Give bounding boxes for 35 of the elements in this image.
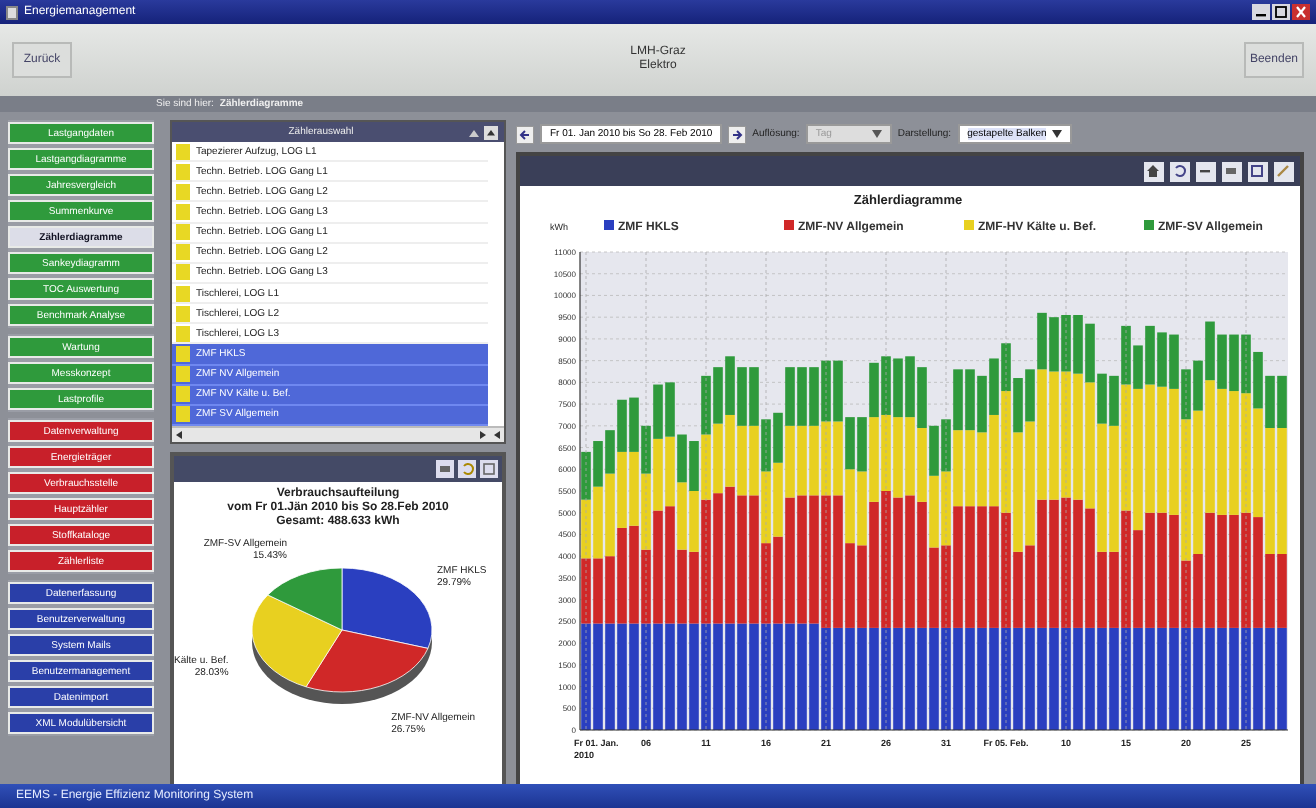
meter-swatch bbox=[176, 325, 190, 342]
print-icon[interactable] bbox=[1222, 161, 1242, 181]
meter-swatch bbox=[176, 305, 190, 322]
pie-slice bbox=[341, 567, 433, 649]
scroll-right-icon[interactable] bbox=[476, 428, 504, 443]
caret-icon bbox=[1052, 130, 1063, 138]
save-icon[interactable] bbox=[1248, 161, 1268, 181]
meter-swatch bbox=[176, 183, 190, 200]
meter-swatch bbox=[176, 285, 190, 302]
meter-swatch bbox=[176, 244, 190, 261]
scroll-left-icon[interactable] bbox=[172, 428, 186, 443]
back-arrow-icon[interactable] bbox=[516, 125, 534, 143]
forward-arrow-icon[interactable] bbox=[728, 125, 747, 143]
caret-icon bbox=[871, 130, 882, 138]
sort-icon[interactable] bbox=[468, 127, 480, 138]
minimize-icon[interactable] bbox=[1252, 4, 1270, 20]
scroll-up-icon[interactable] bbox=[484, 125, 498, 140]
meter-swatch bbox=[176, 346, 190, 363]
meter-swatch bbox=[176, 264, 190, 281]
meter-swatch bbox=[176, 406, 190, 423]
export-icon[interactable] bbox=[1274, 161, 1294, 181]
meter-swatch bbox=[176, 204, 190, 221]
undo-icon[interactable] bbox=[1170, 161, 1190, 181]
close-icon[interactable] bbox=[1292, 4, 1310, 20]
meter-swatch bbox=[176, 386, 190, 403]
app-icon bbox=[6, 5, 18, 19]
home-icon[interactable] bbox=[1144, 161, 1164, 181]
window-icon[interactable] bbox=[480, 460, 498, 478]
meter-swatch bbox=[176, 163, 190, 180]
meter-swatch bbox=[176, 366, 190, 383]
maximize-icon[interactable] bbox=[1272, 4, 1290, 20]
zoom-out-icon[interactable] bbox=[1196, 161, 1216, 181]
meter-swatch bbox=[176, 224, 190, 241]
print-icon[interactable] bbox=[436, 460, 454, 478]
meter-swatch bbox=[176, 143, 190, 160]
